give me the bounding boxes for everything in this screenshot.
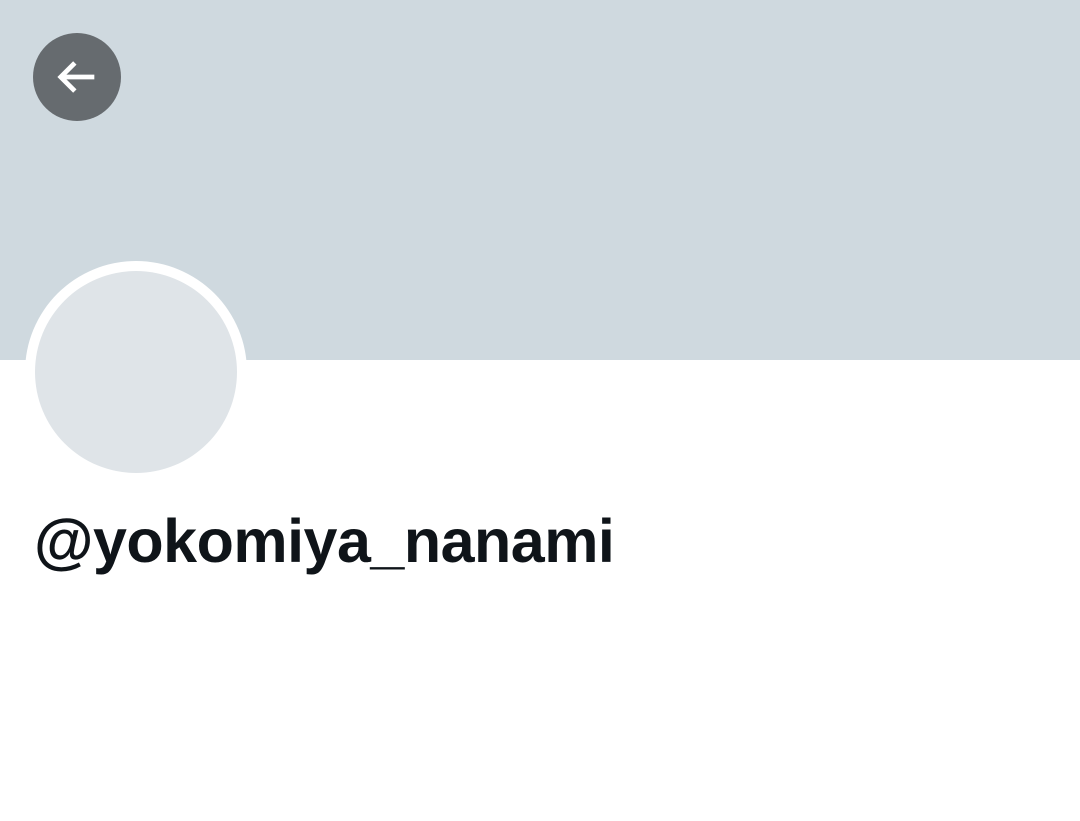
arrow-left-icon (57, 61, 95, 93)
back-button[interactable] (33, 33, 121, 121)
avatar[interactable] (35, 271, 237, 473)
avatar-frame (25, 261, 247, 483)
profile-page: @yokomiya_nanami (0, 0, 1080, 821)
profile-handle: @yokomiya_nanami (34, 507, 615, 575)
